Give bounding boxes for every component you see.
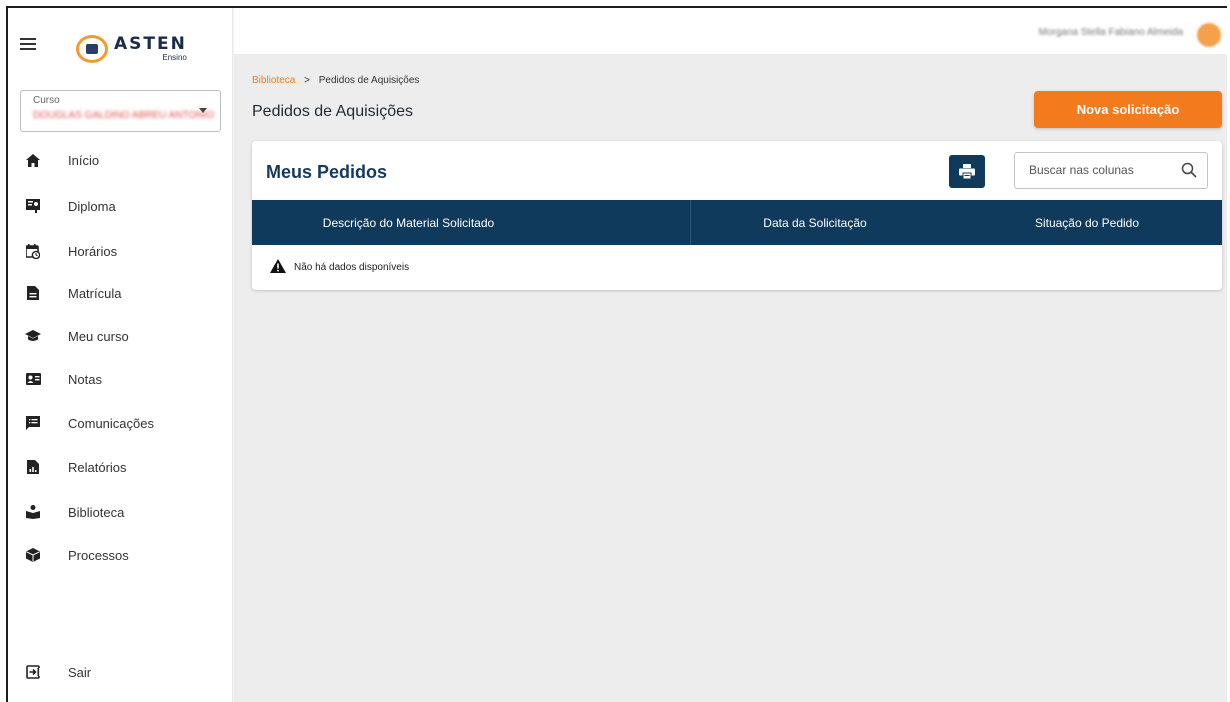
sidebar-item-relatorios[interactable]: Relatórios	[8, 451, 234, 483]
logout-icon	[25, 664, 41, 680]
sidebar-item-label: Meu curso	[68, 328, 129, 344]
print-button[interactable]	[949, 155, 985, 188]
new-request-button[interactable]: Nova solicitação	[1034, 91, 1222, 128]
search-input[interactable]	[1027, 162, 1171, 178]
sidebar-item-sair[interactable]: Sair	[8, 656, 234, 688]
sidebar-item-label: Início	[68, 152, 100, 168]
chevron-down-icon	[199, 108, 207, 113]
sidebar-item-notas[interactable]: Notas	[8, 363, 234, 395]
sidebar-item-comunicacoes[interactable]: Comunicações	[8, 407, 234, 439]
column-header-description[interactable]: Descrição do Material Solicitado	[252, 200, 565, 245]
empty-message: Não há dados disponíveis	[294, 262, 410, 273]
diploma-icon	[25, 198, 41, 214]
user-name: Morgana Stella Fabiano Almeida	[1038, 27, 1183, 38]
sidebar-item-diploma[interactable]: Diploma	[8, 190, 234, 222]
card-title: Meus Pedidos	[266, 162, 388, 182]
course-label: Curso	[33, 95, 60, 106]
sidebar-item-label: Processos	[68, 547, 129, 563]
logo: ASTEN Ensino	[76, 34, 187, 64]
graduation-cap-icon	[25, 328, 41, 344]
menu-toggle-icon[interactable]	[20, 38, 36, 50]
search-field[interactable]	[1014, 152, 1208, 189]
sidebar-item-biblioteca[interactable]: Biblioteca	[8, 496, 234, 528]
sidebar-item-matricula[interactable]: Matrícula	[8, 277, 234, 309]
course-select[interactable]: Curso DOUGLAS GALDINO ABREU ANTONIO	[20, 90, 221, 132]
calendar-clock-icon	[25, 243, 41, 259]
sidebar-item-inicio[interactable]: Início	[8, 144, 234, 176]
sidebar-item-label: Diploma	[68, 198, 116, 214]
logo-emblem-icon	[76, 35, 108, 63]
sidebar-item-label: Relatórios	[68, 459, 127, 475]
id-card-icon	[25, 371, 41, 387]
document-icon	[25, 285, 41, 301]
table-header: Descrição do Material Solicitado Data da…	[252, 200, 1222, 245]
logo-subtext: Ensino	[162, 53, 187, 62]
warning-icon	[270, 259, 286, 276]
breadcrumb-separator: >	[304, 75, 310, 86]
sidebar-item-meu-curso[interactable]: Meu curso	[8, 320, 234, 352]
breadcrumb-current: Pedidos de Aquisições	[318, 75, 420, 86]
orders-card: Meus Pedidos Descrição do Material Solic…	[252, 141, 1222, 290]
sidebar-item-label: Sair	[68, 664, 92, 680]
breadcrumb: Biblioteca > Pedidos de Aquisições	[252, 75, 419, 86]
printer-icon	[959, 164, 975, 179]
report-icon	[25, 459, 41, 475]
sidebar-item-label: Comunicações	[68, 415, 154, 431]
sidebar-item-label: Matrícula	[68, 285, 122, 301]
avatar[interactable]	[1197, 23, 1221, 47]
sidebar-item-label: Notas	[68, 371, 102, 387]
library-icon	[25, 504, 41, 520]
message-icon	[25, 415, 41, 431]
sidebar-item-horarios[interactable]: Horários	[8, 235, 234, 267]
empty-message-row: Não há dados disponíveis	[270, 259, 409, 276]
logo-text: ASTEN	[114, 34, 187, 54]
box-icon	[25, 547, 41, 563]
sidebar-item-label: Horários	[68, 243, 118, 259]
column-header-date[interactable]: Data da Solicitação	[690, 200, 940, 245]
sidebar-item-processos[interactable]: Processos	[8, 539, 234, 571]
course-value: DOUGLAS GALDINO ABREU ANTONIO	[33, 110, 214, 121]
topbar: Morgana Stella Fabiano Almeida	[234, 8, 1227, 54]
sidebar-item-label: Biblioteca	[68, 504, 125, 520]
page-title: Pedidos de Aquisições	[252, 103, 413, 120]
search-icon[interactable]	[1181, 162, 1197, 183]
breadcrumb-link-biblioteca[interactable]: Biblioteca	[252, 75, 295, 86]
column-header-status[interactable]: Situação do Pedido	[952, 200, 1222, 245]
home-icon	[25, 152, 41, 168]
